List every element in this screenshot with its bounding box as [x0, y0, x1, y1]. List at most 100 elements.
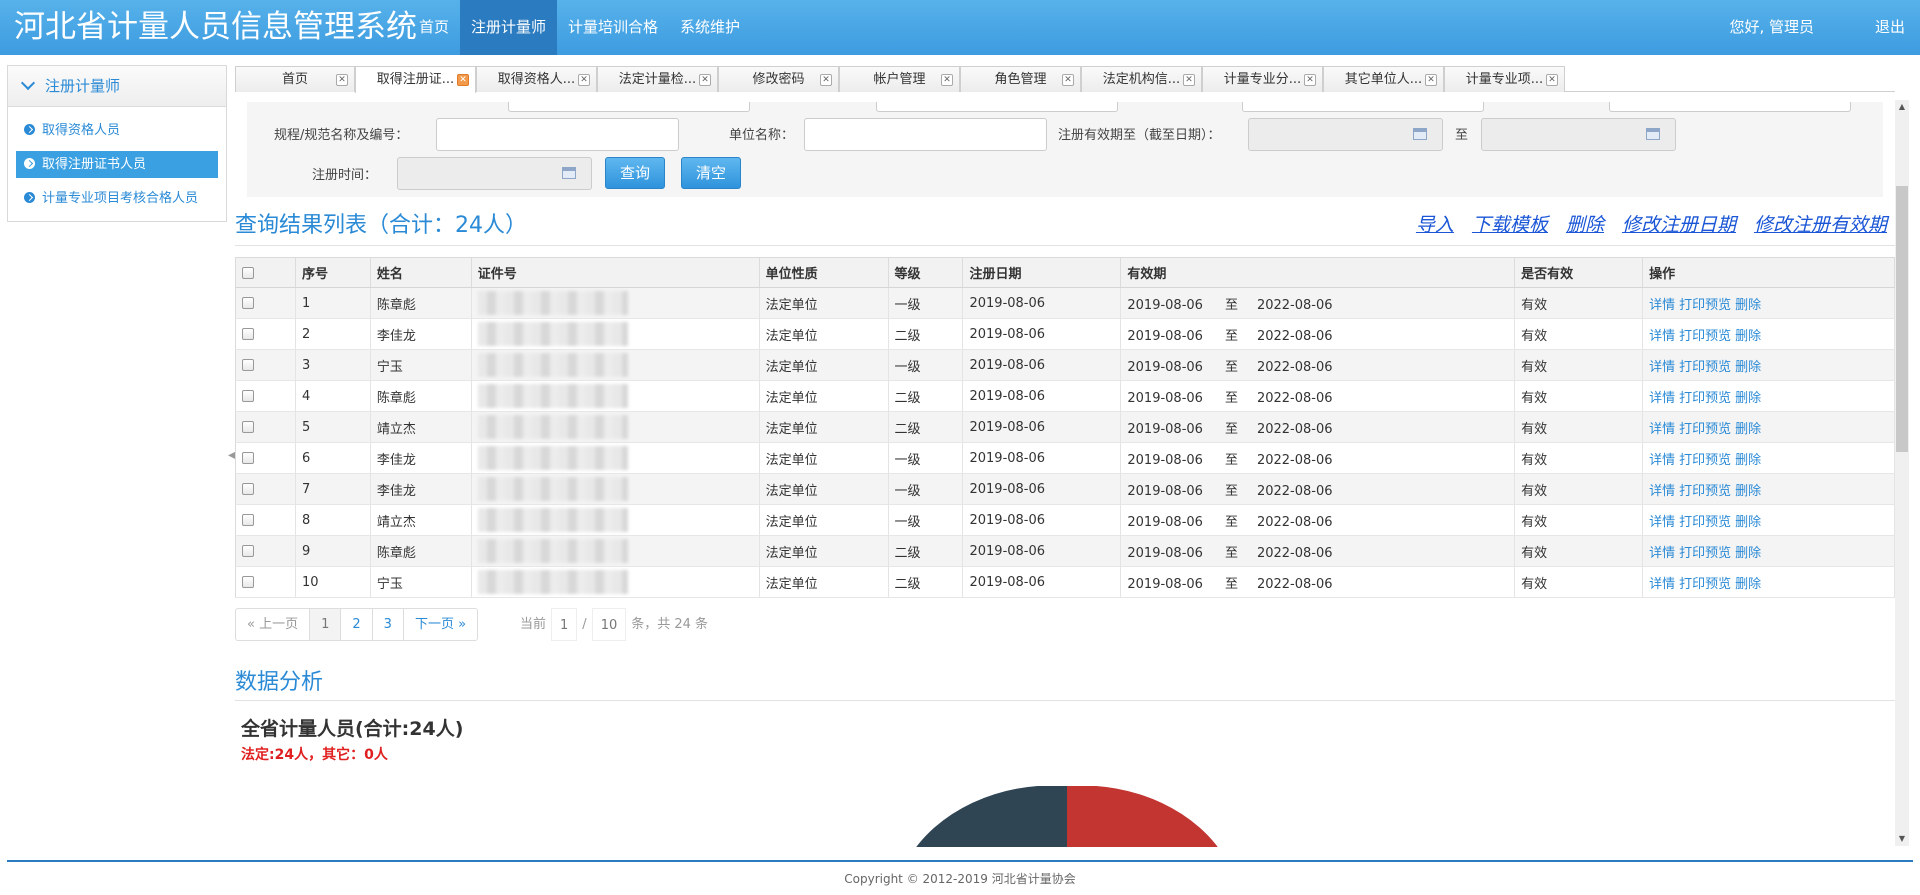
- row-checkbox[interactable]: [242, 514, 254, 526]
- search-input-partial[interactable]: [1609, 102, 1851, 112]
- topnav-registered-metrologist[interactable]: 注册计量师: [460, 0, 558, 55]
- row-checkbox[interactable]: [242, 421, 254, 433]
- row-checkbox[interactable]: [242, 390, 254, 402]
- detail-link[interactable]: 详情: [1649, 515, 1675, 530]
- row-checkbox[interactable]: [242, 545, 254, 557]
- edit-reg-date-link[interactable]: 修改注册日期: [1622, 210, 1736, 237]
- row-checkbox[interactable]: [242, 576, 254, 588]
- edit-valid-period-link[interactable]: 修改注册有效期: [1754, 210, 1887, 237]
- row-delete-link[interactable]: 删除: [1735, 577, 1761, 592]
- row-checkbox[interactable]: [242, 328, 254, 340]
- detail-link[interactable]: 详情: [1649, 546, 1675, 561]
- close-icon[interactable]: ✕: [336, 74, 348, 86]
- print-preview-link[interactable]: 打印预览: [1679, 329, 1731, 344]
- next-page-button[interactable]: 下一页 »: [404, 609, 477, 640]
- close-icon[interactable]: ✕: [941, 74, 953, 86]
- import-link[interactable]: 导入: [1416, 210, 1454, 237]
- row-delete-link[interactable]: 删除: [1735, 329, 1761, 344]
- detail-link[interactable]: 详情: [1649, 360, 1675, 375]
- search-input-partial[interactable]: [1242, 102, 1484, 112]
- page-button-3[interactable]: 3: [373, 609, 404, 640]
- topnav-home[interactable]: 首页: [408, 0, 460, 55]
- tab-projects[interactable]: 计量专业项... ✕: [1444, 66, 1565, 92]
- tab-legal-institution[interactable]: 法定机构信... ✕: [1081, 66, 1202, 92]
- row-delete-link[interactable]: 删除: [1735, 422, 1761, 437]
- row-delete-link[interactable]: 删除: [1735, 298, 1761, 313]
- row-checkbox[interactable]: [242, 452, 254, 464]
- logout-link[interactable]: 退出: [1875, 0, 1905, 55]
- row-checkbox[interactable]: [242, 297, 254, 309]
- page-button-2[interactable]: 2: [341, 609, 373, 640]
- page-button-1[interactable]: 1: [310, 609, 342, 640]
- row-delete-link[interactable]: 删除: [1735, 360, 1761, 375]
- detail-link[interactable]: 详情: [1649, 422, 1675, 437]
- detail-link[interactable]: 详情: [1649, 298, 1675, 313]
- tab-account[interactable]: 帐户管理 ✕: [839, 66, 960, 92]
- sidebar-item-certified[interactable]: 取得注册证书人员: [16, 151, 218, 178]
- print-preview-link[interactable]: 打印预览: [1679, 453, 1731, 468]
- tab-roles[interactable]: 角色管理 ✕: [960, 66, 1081, 92]
- tab-change-password[interactable]: 修改密码 ✕: [718, 66, 839, 92]
- vertical-scrollbar[interactable]: ▲ ▼: [1895, 100, 1909, 846]
- valid-from: 2019-08-06: [1127, 297, 1203, 313]
- detail-link[interactable]: 详情: [1649, 484, 1675, 499]
- row-checkbox[interactable]: [242, 359, 254, 371]
- download-template-link[interactable]: 下载模板: [1472, 210, 1548, 237]
- print-preview-link[interactable]: 打印预览: [1679, 422, 1731, 437]
- detail-link[interactable]: 详情: [1649, 453, 1675, 468]
- tab-specialty[interactable]: 计量专业分... ✕: [1202, 66, 1323, 92]
- tab-home[interactable]: 首页 ✕: [235, 66, 355, 92]
- search-input-partial[interactable]: [876, 102, 1118, 112]
- print-preview-link[interactable]: 打印预览: [1679, 391, 1731, 406]
- select-all-checkbox[interactable]: [242, 266, 254, 279]
- detail-link[interactable]: 详情: [1649, 577, 1675, 592]
- scroll-down-icon[interactable]: ▼: [1897, 834, 1907, 844]
- row-delete-link[interactable]: 删除: [1735, 515, 1761, 530]
- row-delete-link[interactable]: 删除: [1735, 546, 1761, 561]
- close-icon[interactable]: ✕: [457, 74, 469, 86]
- scroll-up-icon[interactable]: ▲: [1897, 102, 1907, 112]
- print-preview-link[interactable]: 打印预览: [1679, 298, 1731, 313]
- print-preview-link[interactable]: 打印预览: [1679, 484, 1731, 499]
- close-icon[interactable]: ✕: [699, 74, 711, 86]
- print-preview-link[interactable]: 打印预览: [1679, 577, 1731, 592]
- calendar-icon[interactable]: [1646, 128, 1660, 140]
- current-page-input[interactable]: 1: [551, 608, 578, 641]
- detail-link[interactable]: 详情: [1649, 329, 1675, 344]
- clear-button[interactable]: 清空: [681, 157, 742, 189]
- unit-input[interactable]: [804, 118, 1047, 151]
- row-delete-link[interactable]: 删除: [1735, 484, 1761, 499]
- close-icon[interactable]: ✕: [578, 74, 590, 86]
- sidebar-header[interactable]: 注册计量师: [8, 66, 226, 107]
- tab-other-units[interactable]: 其它单位人... ✕: [1323, 66, 1444, 92]
- detail-link[interactable]: 详情: [1649, 391, 1675, 406]
- topnav-training[interactable]: 计量培训合格: [557, 0, 669, 55]
- close-icon[interactable]: ✕: [820, 74, 832, 86]
- close-icon[interactable]: ✕: [1062, 74, 1074, 86]
- delete-link[interactable]: 删除: [1566, 210, 1604, 237]
- close-icon[interactable]: ✕: [1304, 74, 1316, 86]
- row-delete-link[interactable]: 删除: [1735, 453, 1761, 468]
- tab-qualified[interactable]: 取得资格人... ✕: [476, 66, 597, 92]
- calendar-icon[interactable]: [1413, 128, 1427, 140]
- print-preview-link[interactable]: 打印预览: [1679, 360, 1731, 375]
- collapse-sidebar-icon[interactable]: ◀: [228, 450, 236, 462]
- row-checkbox[interactable]: [242, 483, 254, 495]
- sidebar-item-project-assessment[interactable]: 计量专业项目考核合格人员: [16, 185, 218, 212]
- sidebar-item-qualified[interactable]: 取得资格人员: [16, 117, 218, 144]
- scroll-thumb[interactable]: [1896, 186, 1908, 452]
- tab-certified[interactable]: 取得注册证... ✕: [355, 66, 476, 93]
- print-preview-link[interactable]: 打印预览: [1679, 546, 1731, 561]
- calendar-icon[interactable]: [562, 167, 576, 179]
- query-button[interactable]: 查询: [605, 157, 666, 189]
- print-preview-link[interactable]: 打印预览: [1679, 515, 1731, 530]
- close-icon[interactable]: ✕: [1546, 74, 1558, 86]
- topnav-system[interactable]: 系统维护: [669, 0, 751, 55]
- close-icon[interactable]: ✕: [1183, 74, 1195, 86]
- close-icon[interactable]: ✕: [1425, 74, 1437, 86]
- tab-legal-metrology[interactable]: 法定计量检... ✕: [597, 66, 718, 92]
- rule-input[interactable]: [436, 118, 679, 151]
- row-delete-link[interactable]: 删除: [1735, 391, 1761, 406]
- prev-page-button[interactable]: « 上一页: [236, 609, 311, 640]
- search-input-partial[interactable]: [508, 102, 750, 112]
